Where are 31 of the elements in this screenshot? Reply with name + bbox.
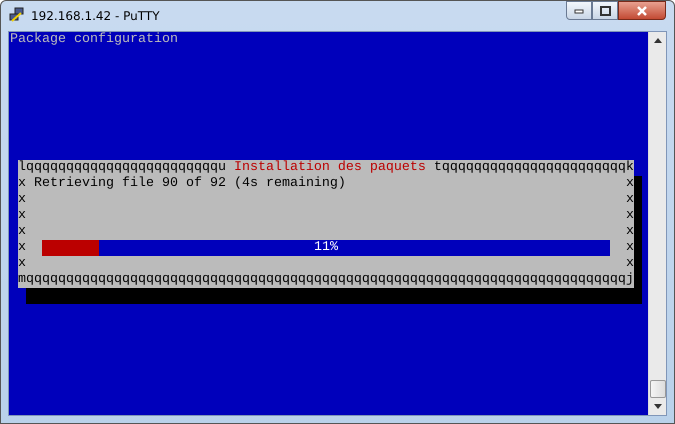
down-arrow-icon[interactable] [654, 404, 662, 409]
border-text: x [626, 256, 634, 272]
scrollbar[interactable] [648, 32, 666, 415]
window-title: 192.168.1.42 - PuTTY [31, 9, 161, 23]
scroll-thumb[interactable] [650, 380, 666, 398]
border-text: mqqqqqqqqqqqqqqqqqqqqqqqqqqqqqqqqqqqqqqqqqqqqqqqqqqqqqqqqqqqqqqqqqqqqqqqqqqqj [18, 272, 634, 288]
border-text: x [18, 224, 26, 240]
border-text: x [626, 192, 634, 208]
border-text: x [18, 192, 26, 208]
status-text: Retrieving file 90 of 92 (4s remaining) [34, 176, 347, 192]
border-text: tqqqqqqqqqqqqqqqqqqqqqqqk [434, 160, 634, 176]
border-text: x [18, 240, 26, 256]
close-icon [636, 6, 648, 16]
maximize-button[interactable] [592, 1, 618, 20]
dialog-title: Installation des paquets [234, 160, 426, 176]
border-text: x [18, 256, 26, 272]
border-text: lqqqqqqqqqqqqqqqqqqqqqqqqu [18, 160, 226, 176]
minimize-icon [574, 8, 584, 14]
minimize-button[interactable] [566, 1, 592, 20]
progress-percent: 11% [313, 240, 339, 256]
up-arrow-icon[interactable] [654, 38, 662, 43]
close-button[interactable] [618, 1, 666, 20]
border-text: x [18, 208, 26, 224]
border-text: x [626, 208, 634, 224]
border-text: x [626, 240, 634, 256]
header-text: Package configuration [10, 32, 179, 48]
computers-icon [9, 7, 25, 23]
border-text: x [626, 176, 634, 192]
border-text: x [18, 176, 26, 192]
border-text: x [626, 224, 634, 240]
maximize-icon [600, 6, 610, 16]
